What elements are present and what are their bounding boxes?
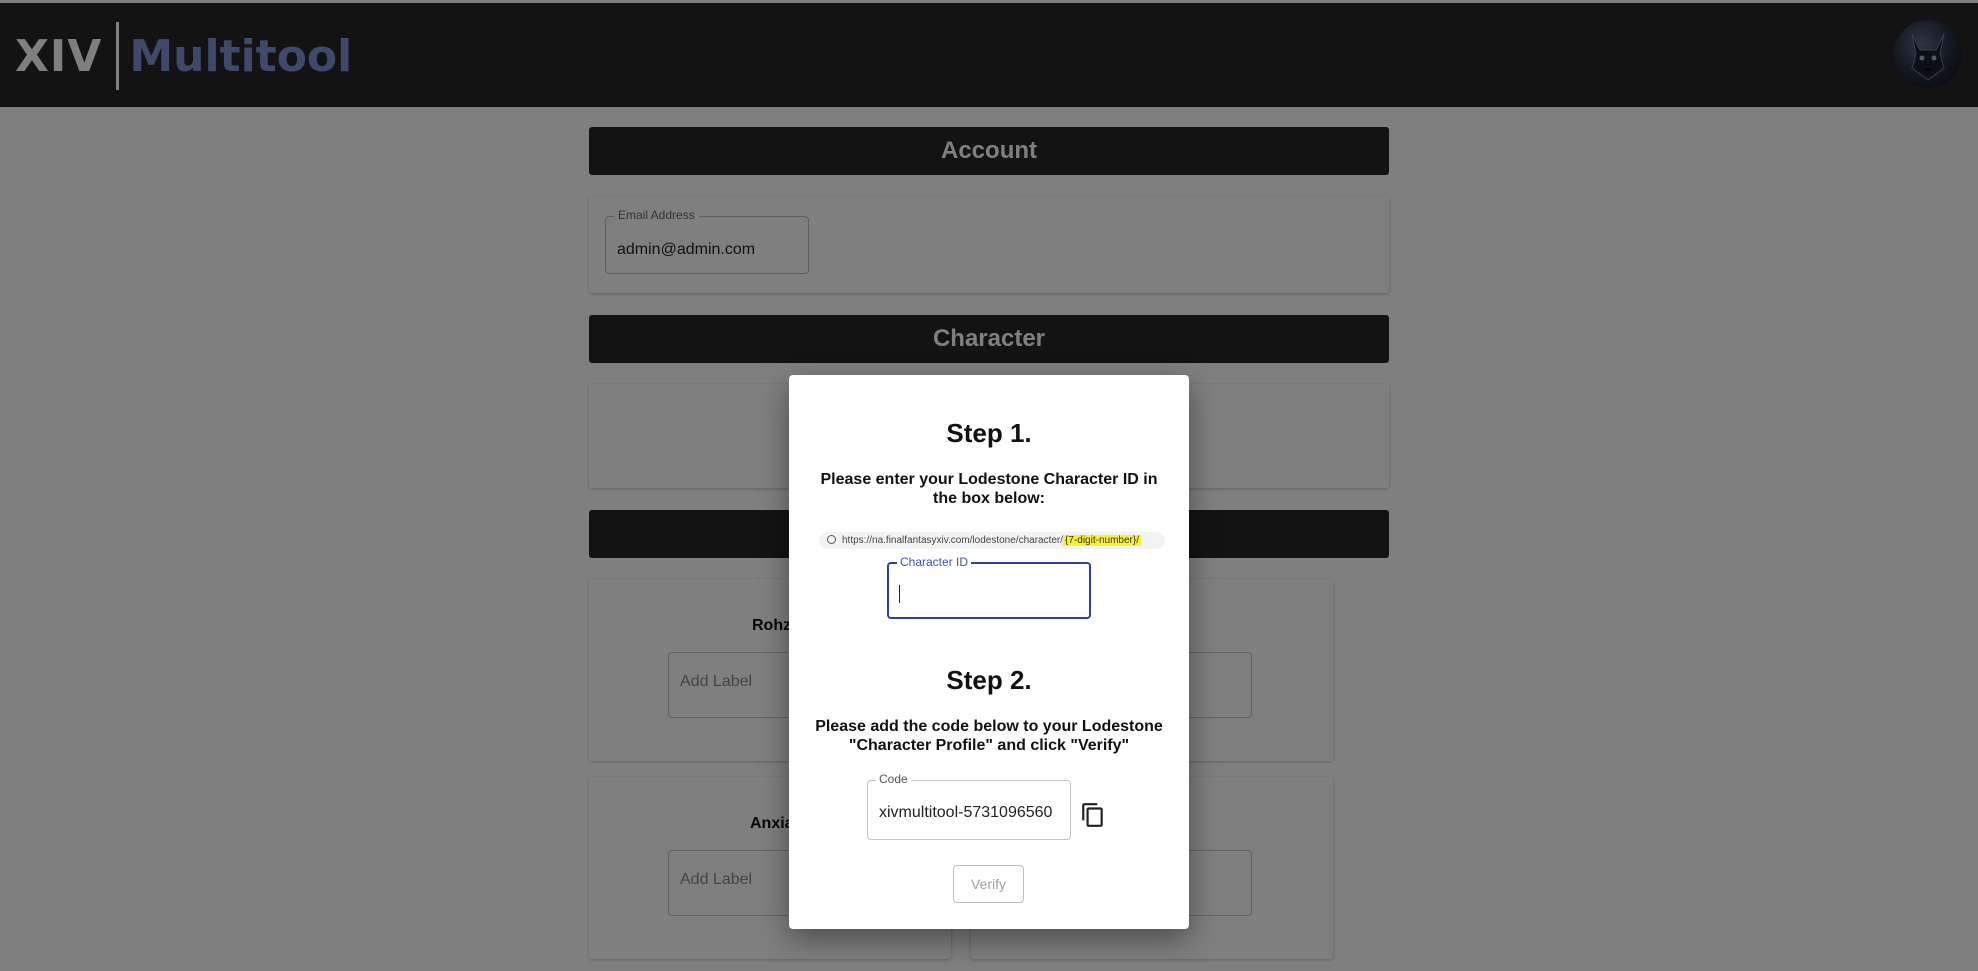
verify-character-dialog: Step 1. Please enter your Lodestone Char…: [789, 375, 1189, 929]
character-id-input[interactable]: Character ID: [887, 555, 1091, 619]
step2-title: Step 2.: [946, 665, 1032, 695]
step1-title: Step 1.: [946, 418, 1032, 448]
step2-instruction: Please add the code below to your Lodest…: [815, 718, 1163, 754]
text-caret: [899, 585, 900, 603]
code-value: xivmultitool-5731096560: [879, 804, 1053, 821]
copy-button[interactable]: [1080, 802, 1106, 828]
url-prefix: https://na.finalfantasyxiv.com/lodestone…: [842, 535, 1064, 546]
step1-instruction: Please enter your Lodestone Character ID…: [820, 471, 1158, 507]
code-field[interactable]: Code xivmultitool-5731096560: [867, 772, 1071, 840]
character-id-label: Character ID: [897, 555, 972, 569]
url-placeholder: {7-digit-number}/: [1063, 535, 1141, 546]
code-label: Code: [876, 772, 911, 786]
globe-icon: [827, 535, 836, 544]
verify-button[interactable]: Verify: [953, 865, 1024, 903]
copy-icon: [1082, 803, 1103, 827]
lodestone-url-example: https://na.finalfantasyxiv.com/lodestone…: [819, 532, 1165, 549]
